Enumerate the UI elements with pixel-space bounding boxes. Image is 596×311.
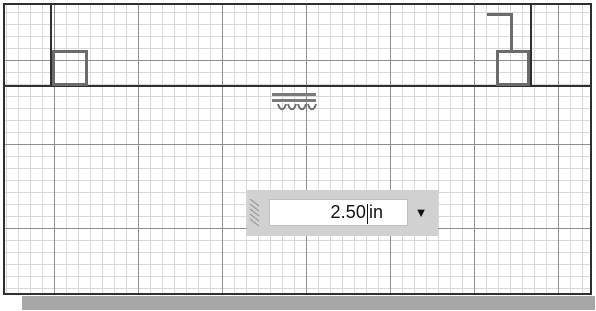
wall-right	[530, 5, 532, 87]
caret-down-icon[interactable]: ▼	[414, 205, 428, 219]
left-fixture[interactable]	[52, 50, 88, 86]
grip-icon[interactable]	[247, 197, 261, 229]
dimension-unit: in	[368, 202, 383, 222]
right-fixture[interactable]	[496, 50, 530, 86]
dimension-value: 2.50	[330, 202, 366, 222]
ceiling-light-icon[interactable]	[270, 91, 318, 115]
canvas-shadow	[22, 296, 595, 310]
grid-canvas[interactable]: 2.50 in ▼	[3, 3, 592, 295]
right-fixture-top[interactable]	[487, 13, 513, 51]
plan-view: 2.50 in ▼	[0, 0, 596, 311]
text-caret	[366, 203, 368, 224]
dimension-editor: 2.50 in ▼	[247, 190, 438, 236]
dimension-input[interactable]: 2.50 in	[269, 199, 408, 226]
